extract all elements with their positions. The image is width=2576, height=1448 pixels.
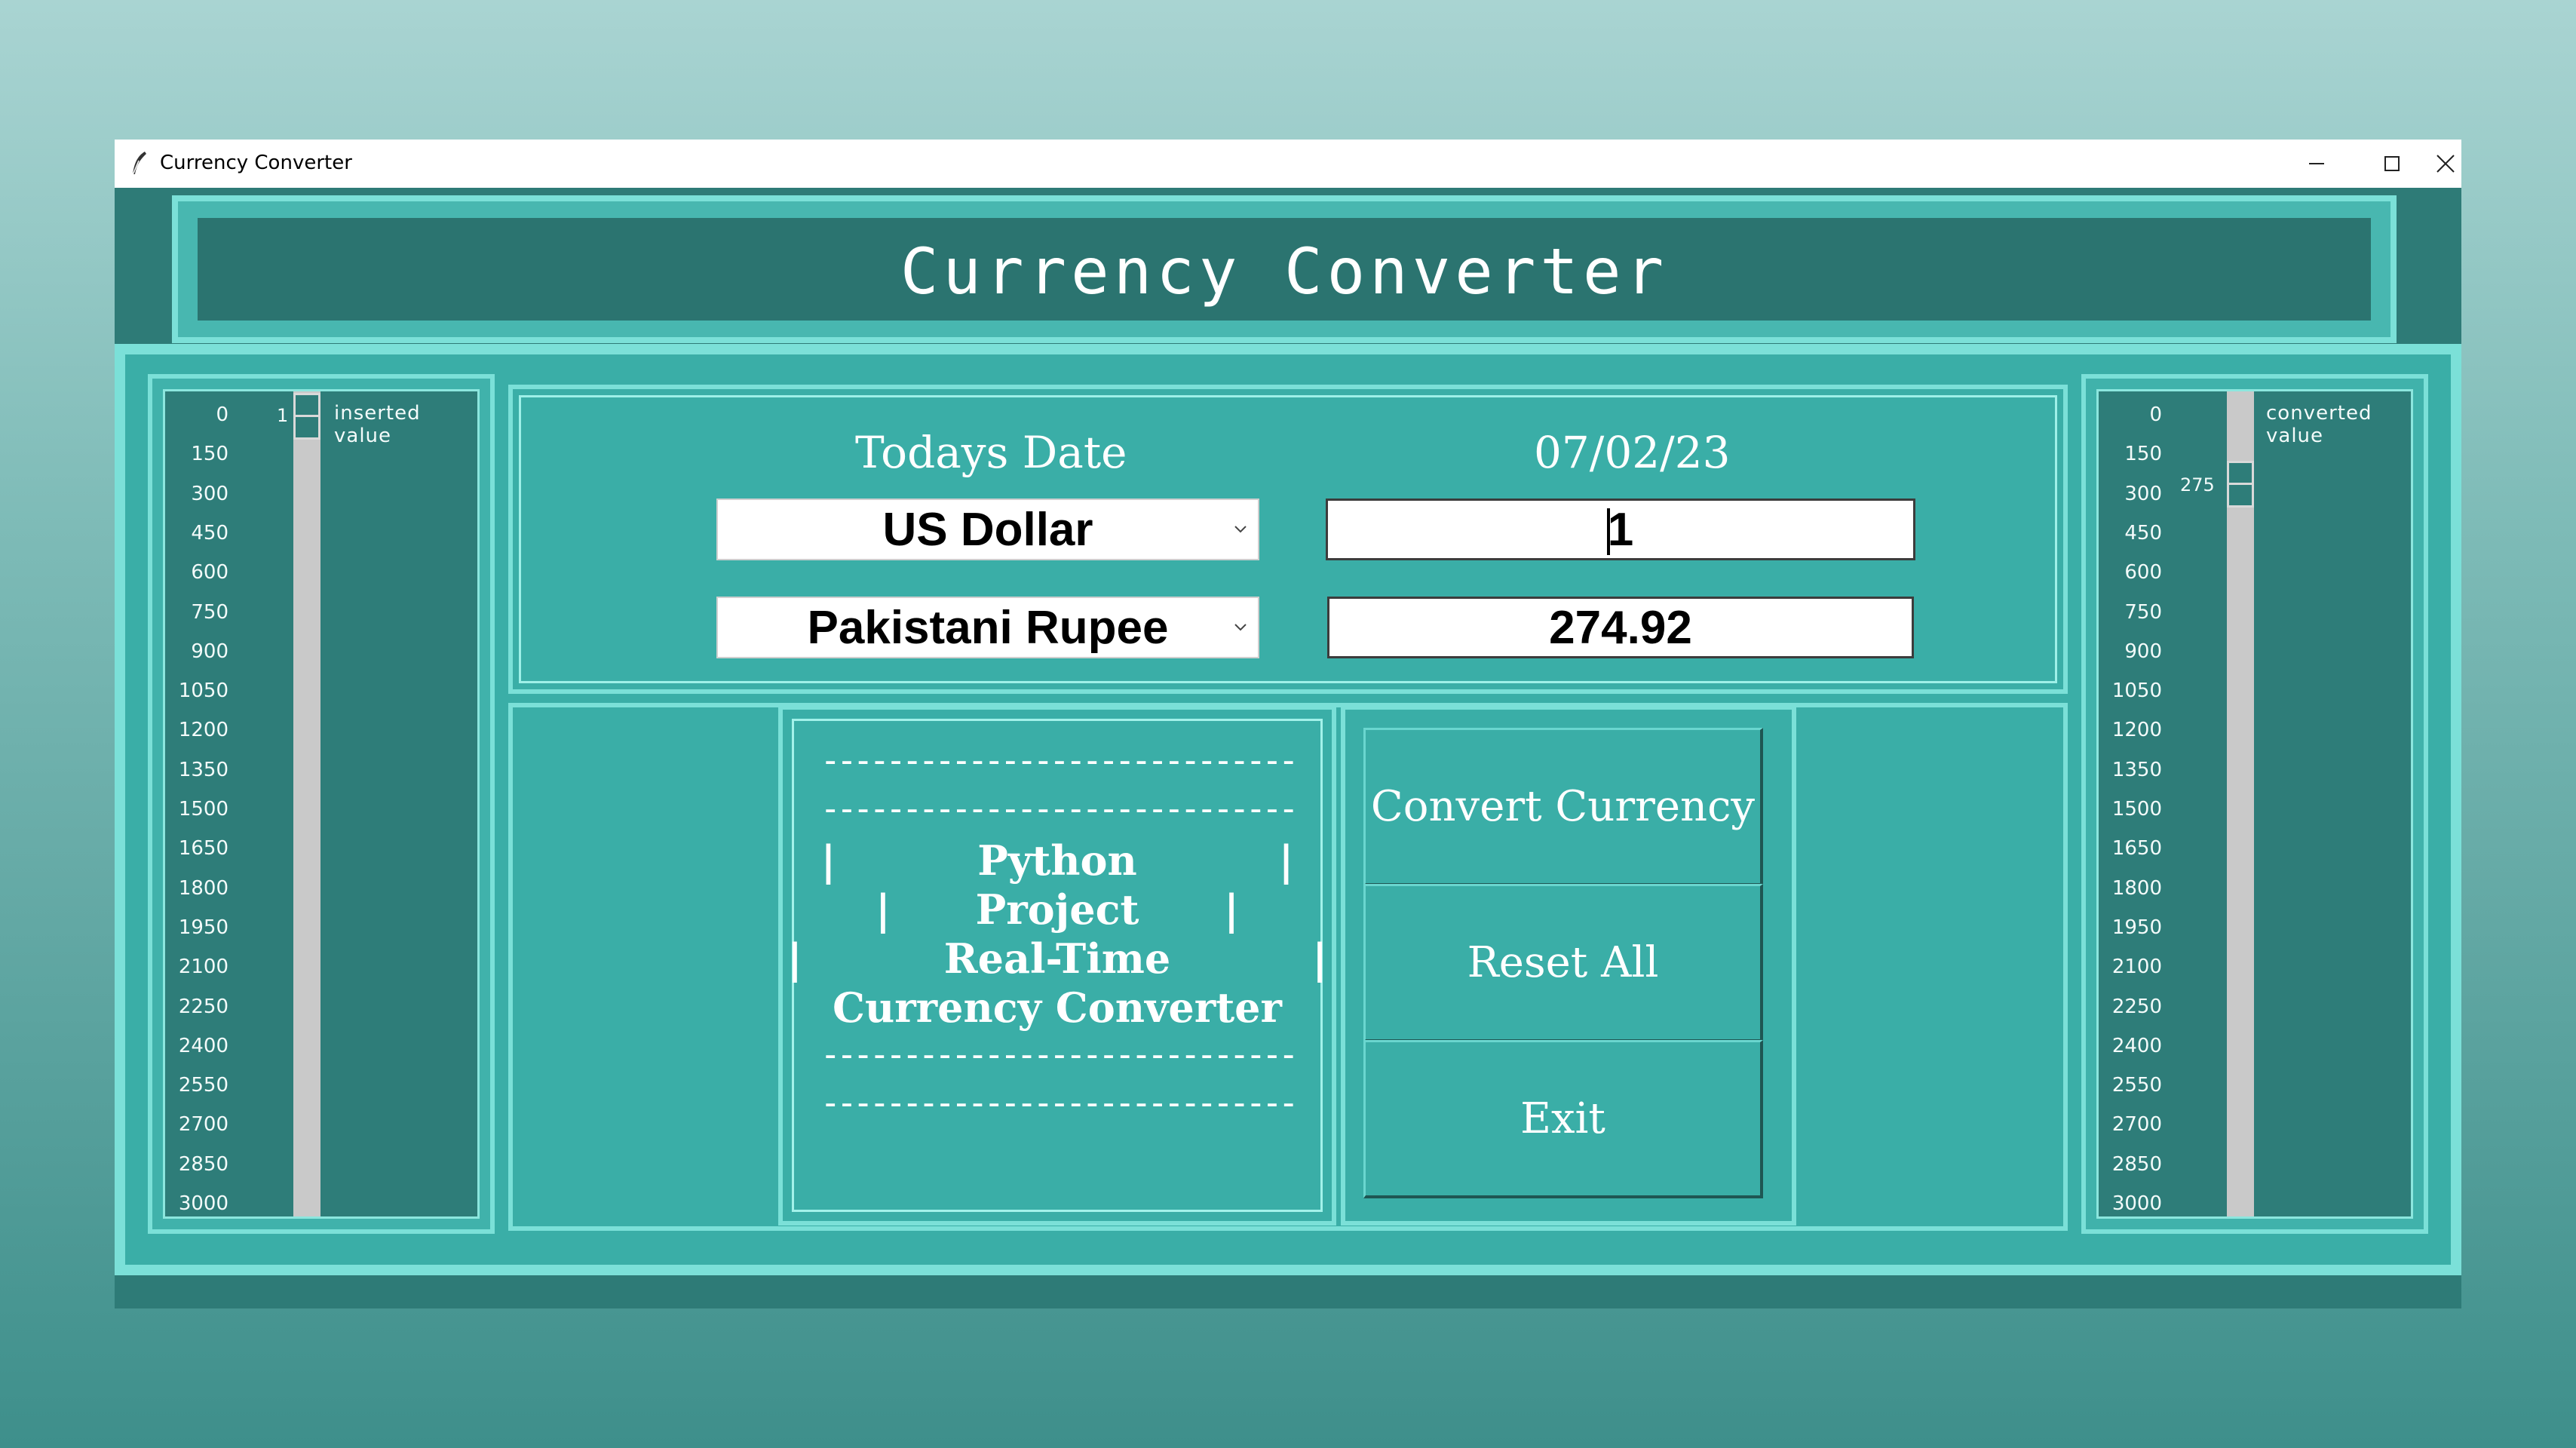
maximize-icon — [2384, 156, 2400, 171]
scale-tick-label: 750 — [191, 600, 228, 624]
result-field[interactable]: 274.92 — [1327, 597, 1914, 658]
scale-trough[interactable] — [293, 391, 320, 1216]
header-inner: Currency Converter — [198, 218, 2371, 321]
amount-value: 1 — [1607, 503, 1634, 556]
scale-tick-label: 1350 — [2111, 758, 2162, 781]
inserted-value-scale[interactable]: 1 inserted value 0 150 300 450 600 750 900 1050… — [163, 389, 480, 1219]
app-window: Currency Converter Currency Converter 1 … — [115, 140, 2461, 1308]
feather-icon — [132, 152, 146, 176]
scale-current-value: 1 — [277, 405, 289, 426]
scale-tick-label: 750 — [2124, 600, 2162, 624]
maximize-button[interactable] — [2354, 140, 2430, 188]
chevron-down-icon[interactable] — [1229, 616, 1252, 639]
scale-tick-label: 0 — [2149, 403, 2162, 426]
actions-frame: Convert Currency Reset All Exit — [1341, 705, 1796, 1226]
info-divider: ----------------------------- — [820, 788, 1299, 829]
minimize-icon — [2309, 163, 2324, 164]
client-area: Currency Converter 1 inserted value 0 150… — [115, 188, 2461, 1308]
main-frame: 1 inserted value 0 150 300 450 600 750 900 1050… — [115, 344, 2461, 1275]
scale-tick-label: 150 — [191, 443, 228, 466]
scale-tick-label: 2250 — [2111, 995, 2162, 1018]
scale-tick-label: 1950 — [2111, 916, 2162, 939]
scale-tick-label: 1500 — [2111, 798, 2162, 821]
scale-tick-label: 2850 — [178, 1152, 228, 1176]
scale-tick-label: 2250 — [178, 995, 228, 1018]
scale-tick-label: 1950 — [178, 916, 228, 939]
scale-tick-label: 1650 — [2111, 837, 2162, 861]
close-button[interactable] — [2430, 140, 2461, 188]
scale-slider-thumb[interactable] — [2227, 461, 2254, 508]
scale-tick-label: 2850 — [2111, 1152, 2162, 1176]
exit-button[interactable]: Exit — [1363, 1040, 1763, 1198]
converted-value-scale[interactable]: 275 converted value 0 150 300 450 600 750 900 1… — [2096, 389, 2413, 1219]
reset-all-button[interactable]: Reset All — [1363, 884, 1763, 1042]
info-divider: ----------------------------- — [820, 1082, 1299, 1123]
scale-tick-label: 300 — [2124, 482, 2162, 505]
scale-tick-label: 2100 — [178, 956, 228, 979]
scale-tick-label: 2700 — [178, 1113, 228, 1137]
info-line-converter: Currency Converter — [832, 983, 1282, 1032]
scale-tick-label: 2400 — [2111, 1034, 2162, 1057]
to-currency-value: Pakistani Rupee — [807, 601, 1169, 654]
scale-tick-label: 1500 — [178, 798, 228, 821]
scale-label: inserted value — [334, 402, 421, 447]
chevron-down-icon[interactable] — [1229, 518, 1252, 541]
info-frame: ----------------------------- ----------… — [778, 705, 1336, 1226]
scale-slider-thumb[interactable] — [293, 393, 320, 440]
scale-current-value: 275 — [2180, 474, 2215, 495]
title-bar: Currency Converter — [115, 140, 2461, 188]
info-line-realtime: | Real-Time | — [787, 934, 1327, 983]
scale-tick-label: 2550 — [178, 1074, 228, 1097]
scale-label: converted value — [2266, 402, 2372, 447]
date-value: 07/02/23 — [1534, 427, 1731, 478]
main-panel: 1 inserted value 0 150 300 450 600 750 900 1050… — [125, 354, 2451, 1265]
scale-tick-label: 3000 — [178, 1192, 228, 1215]
scale-tick-label: 450 — [191, 521, 228, 545]
scale-tick-label: 0 — [216, 403, 228, 426]
result-value: 274.92 — [1549, 601, 1692, 654]
scale-tick-label: 900 — [2124, 640, 2162, 663]
scale-tick-label: 600 — [191, 561, 228, 584]
scale-tick-label: 1050 — [2111, 680, 2162, 703]
scale-tick-label: 1800 — [178, 876, 228, 900]
info-line-project: | Project | — [876, 885, 1239, 934]
from-currency-value: US Dollar — [882, 503, 1093, 556]
scale-tick-label: 2700 — [2111, 1113, 2162, 1137]
from-currency-select[interactable]: US Dollar — [716, 499, 1259, 560]
close-icon — [2436, 155, 2455, 173]
converted-value-scale-frame: 275 converted value 0 150 300 450 600 750 900 1… — [2081, 374, 2428, 1234]
scale-tick-label: 1800 — [2111, 876, 2162, 900]
scale-tick-label: 2100 — [2111, 956, 2162, 979]
convert-currency-button[interactable]: Convert Currency — [1363, 728, 1763, 886]
bottom-strip — [115, 1275, 2461, 1308]
page-title: Currency Converter — [900, 235, 1669, 308]
scale-tick-label: 1350 — [178, 758, 228, 781]
text-caret — [1607, 508, 1610, 555]
converter-panel: Todays Date 07/02/23 US Dollar Pakistani… — [508, 385, 2068, 694]
scale-tick-label: 1200 — [2111, 719, 2162, 742]
header-banner: Currency Converter — [172, 195, 2397, 343]
scale-tick-label: 150 — [2124, 443, 2162, 466]
scale-tick-label: 900 — [191, 640, 228, 663]
inserted-value-scale-frame: 1 inserted value 0 150 300 450 600 750 900 1050… — [148, 374, 495, 1234]
scale-tick-label: 600 — [2124, 561, 2162, 584]
scale-tick-label: 300 — [191, 482, 228, 505]
info-divider: ----------------------------- — [820, 1034, 1299, 1075]
info-line-python: | Python | — [820, 836, 1294, 885]
scale-tick-label: 450 — [2124, 521, 2162, 545]
scale-tick-label: 1050 — [178, 680, 228, 703]
to-currency-select[interactable]: Pakistani Rupee — [716, 597, 1259, 658]
scale-tick-label: 1650 — [178, 837, 228, 861]
window-title: Currency Converter — [160, 152, 352, 174]
date-label: Todays Date — [855, 427, 1127, 478]
scale-tick-label: 1200 — [178, 719, 228, 742]
scale-tick-label: 2550 — [2111, 1074, 2162, 1097]
amount-input[interactable]: 1 — [1326, 499, 1915, 560]
scale-tick-label: 3000 — [2111, 1192, 2162, 1215]
scale-trough[interactable] — [2227, 391, 2254, 1216]
scale-tick-label: 2400 — [178, 1034, 228, 1057]
minimize-button[interactable] — [2279, 140, 2354, 188]
info-divider: ----------------------------- — [820, 740, 1299, 781]
